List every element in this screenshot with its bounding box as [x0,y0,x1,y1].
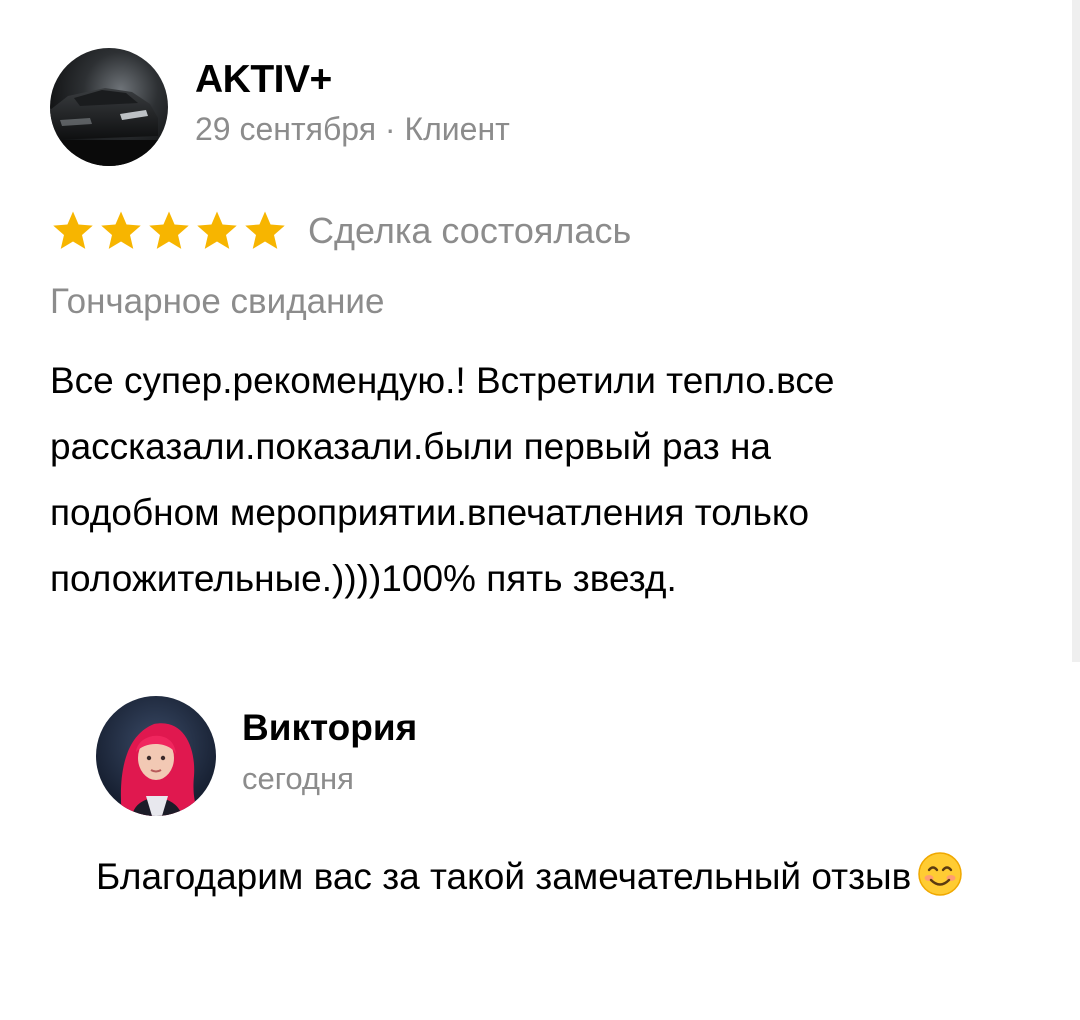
review-date: 29 сентября [195,111,377,147]
star-icon [53,211,93,249]
smiling-face-emoji-icon [918,852,963,896]
reply-text: Благодарим вас за такой замечательный от… [96,856,912,897]
reply-author-row: Виктория сегодня [96,696,1016,816]
author-name[interactable]: AKTIV+ [195,56,510,104]
author-meta: 29 сентября · Клиент [195,108,510,150]
reply-author-name[interactable]: Виктория [242,705,417,751]
reply-text-block: Благодарим вас за такой замечательный от… [96,844,996,910]
author-info: AKTIV+ 29 сентября · Клиент [195,56,510,150]
review-author-row: AKTIV+ 29 сентября · Клиент [50,48,1060,166]
star-rating [50,208,288,254]
review-text: Все супер.рекомендую.! Встретили тепло.в… [50,360,835,599]
person-avatar-icon [96,696,216,816]
author-role: Клиент [404,111,510,147]
reply-date: сегодня [242,761,354,796]
author-avatar[interactable] [50,48,168,166]
scroll-edge [1072,0,1080,662]
reply-info: Виктория сегодня [242,705,417,799]
star-icon [101,211,141,249]
star-icon [245,211,285,249]
car-avatar-icon [50,48,168,166]
star-icon [149,211,189,249]
reply-card: Виктория сегодня Благодарим вас за такой… [96,696,1016,910]
reply-avatar[interactable] [96,696,216,816]
star-icon [197,211,237,249]
deal-status: Сделка состоялась [308,210,632,251]
review-page: AKTIV+ 29 сентября · Клиент Сделка состо… [0,0,1080,1020]
meta-separator: · [376,111,405,147]
rating-row: Сделка состоялась [50,204,1060,258]
service-name[interactable]: Гончарное свидание [50,280,1060,324]
review-card: AKTIV+ 29 сентября · Клиент Сделка состо… [50,48,1060,612]
